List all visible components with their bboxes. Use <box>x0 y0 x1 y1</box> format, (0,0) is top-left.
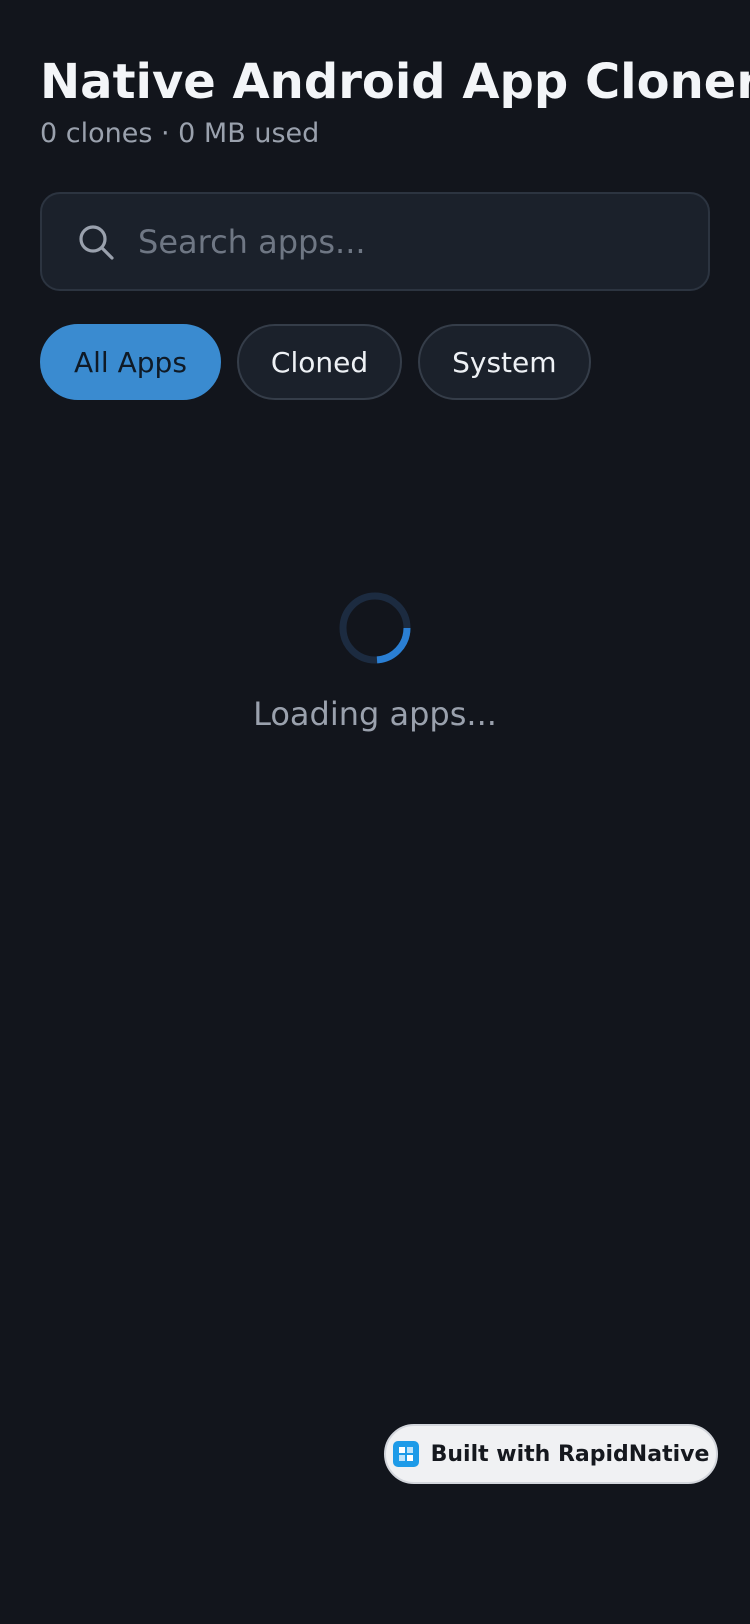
filter-chips: All Apps Cloned System <box>40 324 591 400</box>
spinner-icon <box>339 592 411 664</box>
badge-label: Built with RapidNative <box>430 1441 710 1467</box>
header: Native Android App Cloner / D 0 clones ·… <box>40 50 750 152</box>
built-with-badge[interactable]: Built with RapidNative <box>384 1424 718 1484</box>
filter-chip-system[interactable]: System <box>418 324 591 400</box>
search-icon <box>79 224 114 260</box>
app-screen: Native Android App Cloner / D 0 clones ·… <box>0 0 750 1624</box>
search-bar[interactable] <box>40 192 710 291</box>
loading-state: Loading apps... <box>0 590 750 736</box>
rapidnative-logo-icon <box>392 1441 419 1467</box>
loading-text: Loading apps... <box>253 695 497 733</box>
clone-stats: 0 clones · 0 MB used <box>40 118 320 149</box>
filter-chip-cloned[interactable]: Cloned <box>236 324 403 400</box>
filter-chip-all-apps[interactable]: All Apps <box>40 324 221 400</box>
page-title: Native Android App Cloner / D <box>40 54 750 110</box>
search-input[interactable] <box>138 211 708 272</box>
